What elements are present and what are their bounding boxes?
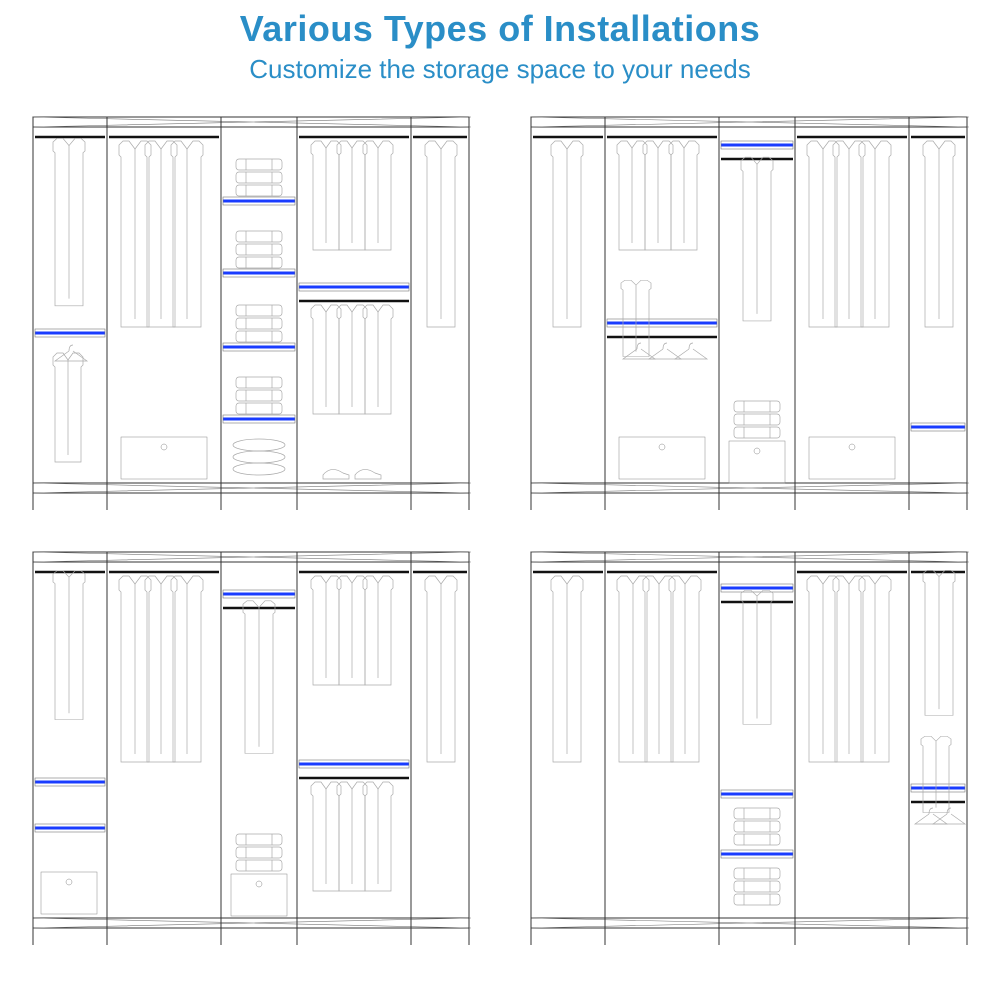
configurations-grid <box>0 85 1000 955</box>
page-subtitle: Customize the storage space to your need… <box>0 54 1000 85</box>
wardrobe-config-a <box>31 115 471 510</box>
wardrobe-diagram-icon <box>31 115 471 510</box>
wardrobe-diagram-icon <box>529 115 969 510</box>
page-title: Various Types of Installations <box>0 8 1000 50</box>
wardrobe-diagram-icon <box>31 550 471 945</box>
wardrobe-config-b <box>529 115 969 510</box>
wardrobe-diagram-icon <box>529 550 969 945</box>
wardrobe-config-c <box>31 550 471 945</box>
header: Various Types of Installations Customize… <box>0 0 1000 85</box>
wardrobe-config-d <box>529 550 969 945</box>
